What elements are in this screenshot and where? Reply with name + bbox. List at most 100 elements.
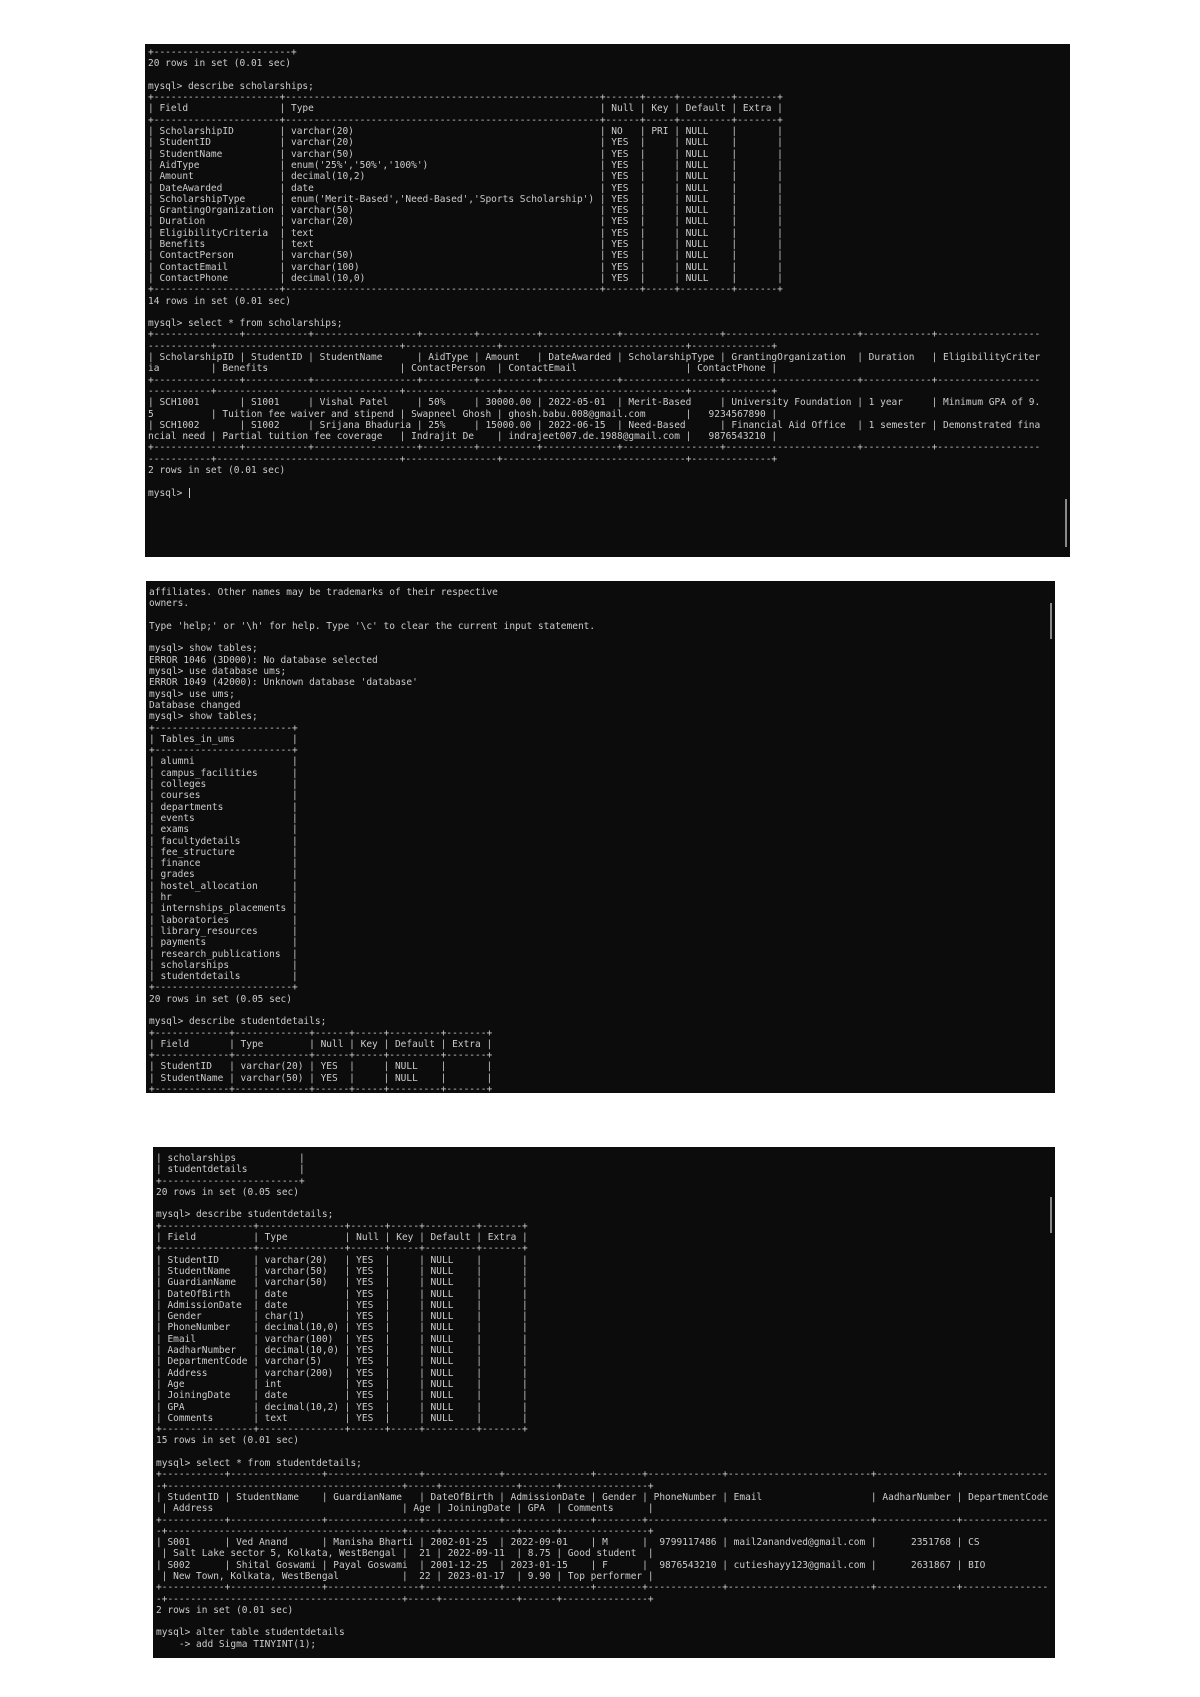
command-line: mysql> describe scholarships; xyxy=(148,80,314,92)
terminal-line: +----------------------+----------------… xyxy=(148,284,783,296)
terminal-line: | ContactPhone | decimal(10,0) | YES | |… xyxy=(148,272,783,284)
terminal-line: | laboratories | xyxy=(149,914,298,926)
terminal-line: | New Town, Kolkata, WestBengal | 22 | 2… xyxy=(156,1570,654,1582)
command-line: mysql> use ums; xyxy=(149,688,235,700)
command-line: mysql> show tables; xyxy=(149,711,258,723)
scrollbar[interactable] xyxy=(1050,1197,1052,1233)
terminal-line: ia | Benefits | ContactPerson | ContactE… xyxy=(148,363,778,375)
terminal-line: | SCH1002 | S1002 | Srijana Bhaduria | 2… xyxy=(148,419,1041,431)
terminal-line: | Benefits | text | YES | | NULL | | xyxy=(148,239,783,251)
terminal-line: | Tables_in_ums | xyxy=(149,733,298,745)
terminal-line: | Field | Type | Null | Key | Default | … xyxy=(156,1232,528,1244)
terminal-line: | fee_structure | xyxy=(149,846,298,858)
terminal-line: 2 rows in set (0.01 sec) xyxy=(148,464,286,476)
terminal-line: 14 rows in set (0.01 sec) xyxy=(148,295,291,307)
terminal-line: | EligibilityCriteria | text | YES | | N… xyxy=(148,227,783,239)
terminal-line: | Field | Type | Null | Key | Default | … xyxy=(148,103,783,115)
terminal-line: | library_resources | xyxy=(149,925,298,937)
error-line: ERROR 1046 (3D000): No database selected xyxy=(149,654,378,666)
terminal-line: | DepartmentCode | varchar(5) | YES | | … xyxy=(156,1356,528,1368)
terminal-line: -----------+----------------------------… xyxy=(148,453,778,465)
terminal-line: | Salt Lake sector 5, Kolkata, WestBenga… xyxy=(156,1548,654,1560)
terminal-line: | studentdetails | xyxy=(156,1164,305,1176)
terminal-line: -+--------------------------------------… xyxy=(156,1480,654,1492)
terminal-line: | StudentName | varchar(50) | YES | | NU… xyxy=(156,1265,528,1277)
terminal-line: -----------+----------------------------… xyxy=(148,385,778,397)
terminal-line: -+--------------------------------------… xyxy=(156,1525,654,1537)
terminal-line: | events | xyxy=(149,812,298,824)
terminal-line: +------------------------+ xyxy=(148,47,297,58)
terminal-line: | ScholarshipID | StudentID | StudentNam… xyxy=(148,352,1041,364)
command-line: mysql> use database ums; xyxy=(149,666,287,678)
terminal-line: +---------------+-----------+-----------… xyxy=(148,329,1041,341)
terminal-line: +------------------------+ xyxy=(149,722,298,734)
command-line: mysql> select * from scholarships; xyxy=(148,318,343,330)
terminal-line: | Comments | text | YES | | NULL | | xyxy=(156,1412,528,1424)
terminal-line: | payments | xyxy=(149,937,298,949)
terminal-line: +-----------+----------------+----------… xyxy=(156,1582,1049,1594)
terminal-line: +----------------+---------------+------… xyxy=(156,1424,528,1436)
terminal-line: ncial need | Partial tuition fee coverag… xyxy=(148,431,778,443)
terminal-line: | exams | xyxy=(149,824,298,836)
terminal-line: +------------------------+ xyxy=(149,982,298,994)
terminal-line: | Duration | varchar(20) | YES | | NULL … xyxy=(148,216,783,228)
terminal-window-studentdetails[interactable]: | scholarships | | studentdetails | +-----… xyxy=(153,1147,1055,1658)
terminal-line: | AadharNumber | decimal(10,0) | YES | |… xyxy=(156,1345,528,1357)
text-cursor[interactable] xyxy=(189,488,191,499)
terminal-line: | StudentID | StudentName | GuardianName… xyxy=(156,1491,1049,1503)
command-line: mysql> xyxy=(148,487,191,499)
terminal-line: | ContactEmail | varchar(100) | YES | | … xyxy=(148,261,783,273)
terminal-line: | internships_placements | xyxy=(149,903,298,915)
terminal-line: +------------------------+ xyxy=(149,745,298,757)
terminal-line: 20 rows in set (0.01 sec) xyxy=(148,58,291,70)
terminal-line: | SCH1001 | S1001 | Vishal Patel | 50% |… xyxy=(148,397,1041,409)
terminal-line: +----------------+---------------+------… xyxy=(156,1243,528,1255)
terminal-line: | PhoneNumber | decimal(10,0) | YES | | … xyxy=(156,1322,528,1334)
terminal-line: | hr | xyxy=(149,892,298,904)
terminal-line: -----------+----------------------------… xyxy=(148,340,778,352)
terminal-line: | GPA | decimal(10,2) | YES | | NULL | | xyxy=(156,1401,528,1413)
terminal-line: 5 | Tuition fee waiver and stipend | Swa… xyxy=(148,408,778,420)
terminal-line: +-----------+----------------+----------… xyxy=(156,1469,1049,1481)
terminal-line: 20 rows in set (0.05 sec) xyxy=(149,993,292,1005)
terminal-line: +----------------------+----------------… xyxy=(148,114,783,126)
terminal-line: | ScholarshipType | enum('Merit-Based','… xyxy=(148,193,783,205)
terminal-line: | GuardianName | varchar(50) | YES | | N… xyxy=(156,1277,528,1289)
terminal-line: 20 rows in set (0.05 sec) xyxy=(156,1186,299,1198)
terminal-output: affiliates. Other names may be trademark… xyxy=(149,587,1055,1093)
terminal-line: | hostel_allocation | xyxy=(149,880,298,892)
terminal-line: | StudentID | varchar(20) | YES | | NULL… xyxy=(156,1254,528,1266)
terminal-line: -+--------------------------------------… xyxy=(156,1593,654,1605)
terminal-line: | Address | Age | JoiningDate | GPA | Co… xyxy=(156,1503,654,1515)
terminal-line: -> add Sigma TINYINT(1); xyxy=(156,1638,317,1650)
terminal-line: | StudentName | varchar(50) | YES | | NU… xyxy=(148,148,783,160)
terminal-line: | facultydetails | xyxy=(149,835,298,847)
terminal-line: +----------------+---------------+------… xyxy=(156,1220,528,1232)
terminal-window-scholarships[interactable]: +------------------------+ 20 rows in set… xyxy=(145,44,1070,557)
terminal-line: +---------------+-----------+-----------… xyxy=(148,374,1041,386)
terminal-line: | AidType | enum('25%','50%','100%') | Y… xyxy=(148,159,783,171)
terminal-line: Type 'help;' or '\h' for help. Type '\c'… xyxy=(149,620,596,632)
terminal-line: | departments | xyxy=(149,801,298,813)
terminal-line: | ScholarshipID | varchar(20) | NO | PRI… xyxy=(148,126,783,138)
command-line: mysql> describe studentdetails; xyxy=(149,1016,327,1028)
scrollbar[interactable] xyxy=(1065,499,1067,547)
terminal-window-show-tables[interactable]: affiliates. Other names may be trademark… xyxy=(146,581,1055,1093)
terminal-line: | finance | xyxy=(149,858,298,870)
error-line: ERROR 1049 (42000): Unknown database 'da… xyxy=(149,677,418,689)
terminal-line: | StudentName | varchar(50) | YES | | NU… xyxy=(149,1072,493,1084)
terminal-line: | DateOfBirth | date | YES | | NULL | | xyxy=(156,1288,528,1300)
terminal-line: | S001 | Ved Anand | Manisha Bharti | 20… xyxy=(156,1537,1049,1549)
terminal-line: | alumni | xyxy=(149,756,298,768)
scrollbar[interactable] xyxy=(1050,603,1052,639)
command-line: mysql> describe studentdetails; xyxy=(156,1209,334,1221)
terminal-line: 15 rows in set (0.01 sec) xyxy=(156,1435,299,1447)
terminal-line: owners. xyxy=(149,598,190,610)
terminal-line: | DateAwarded | date | YES | | NULL | | xyxy=(148,182,783,194)
